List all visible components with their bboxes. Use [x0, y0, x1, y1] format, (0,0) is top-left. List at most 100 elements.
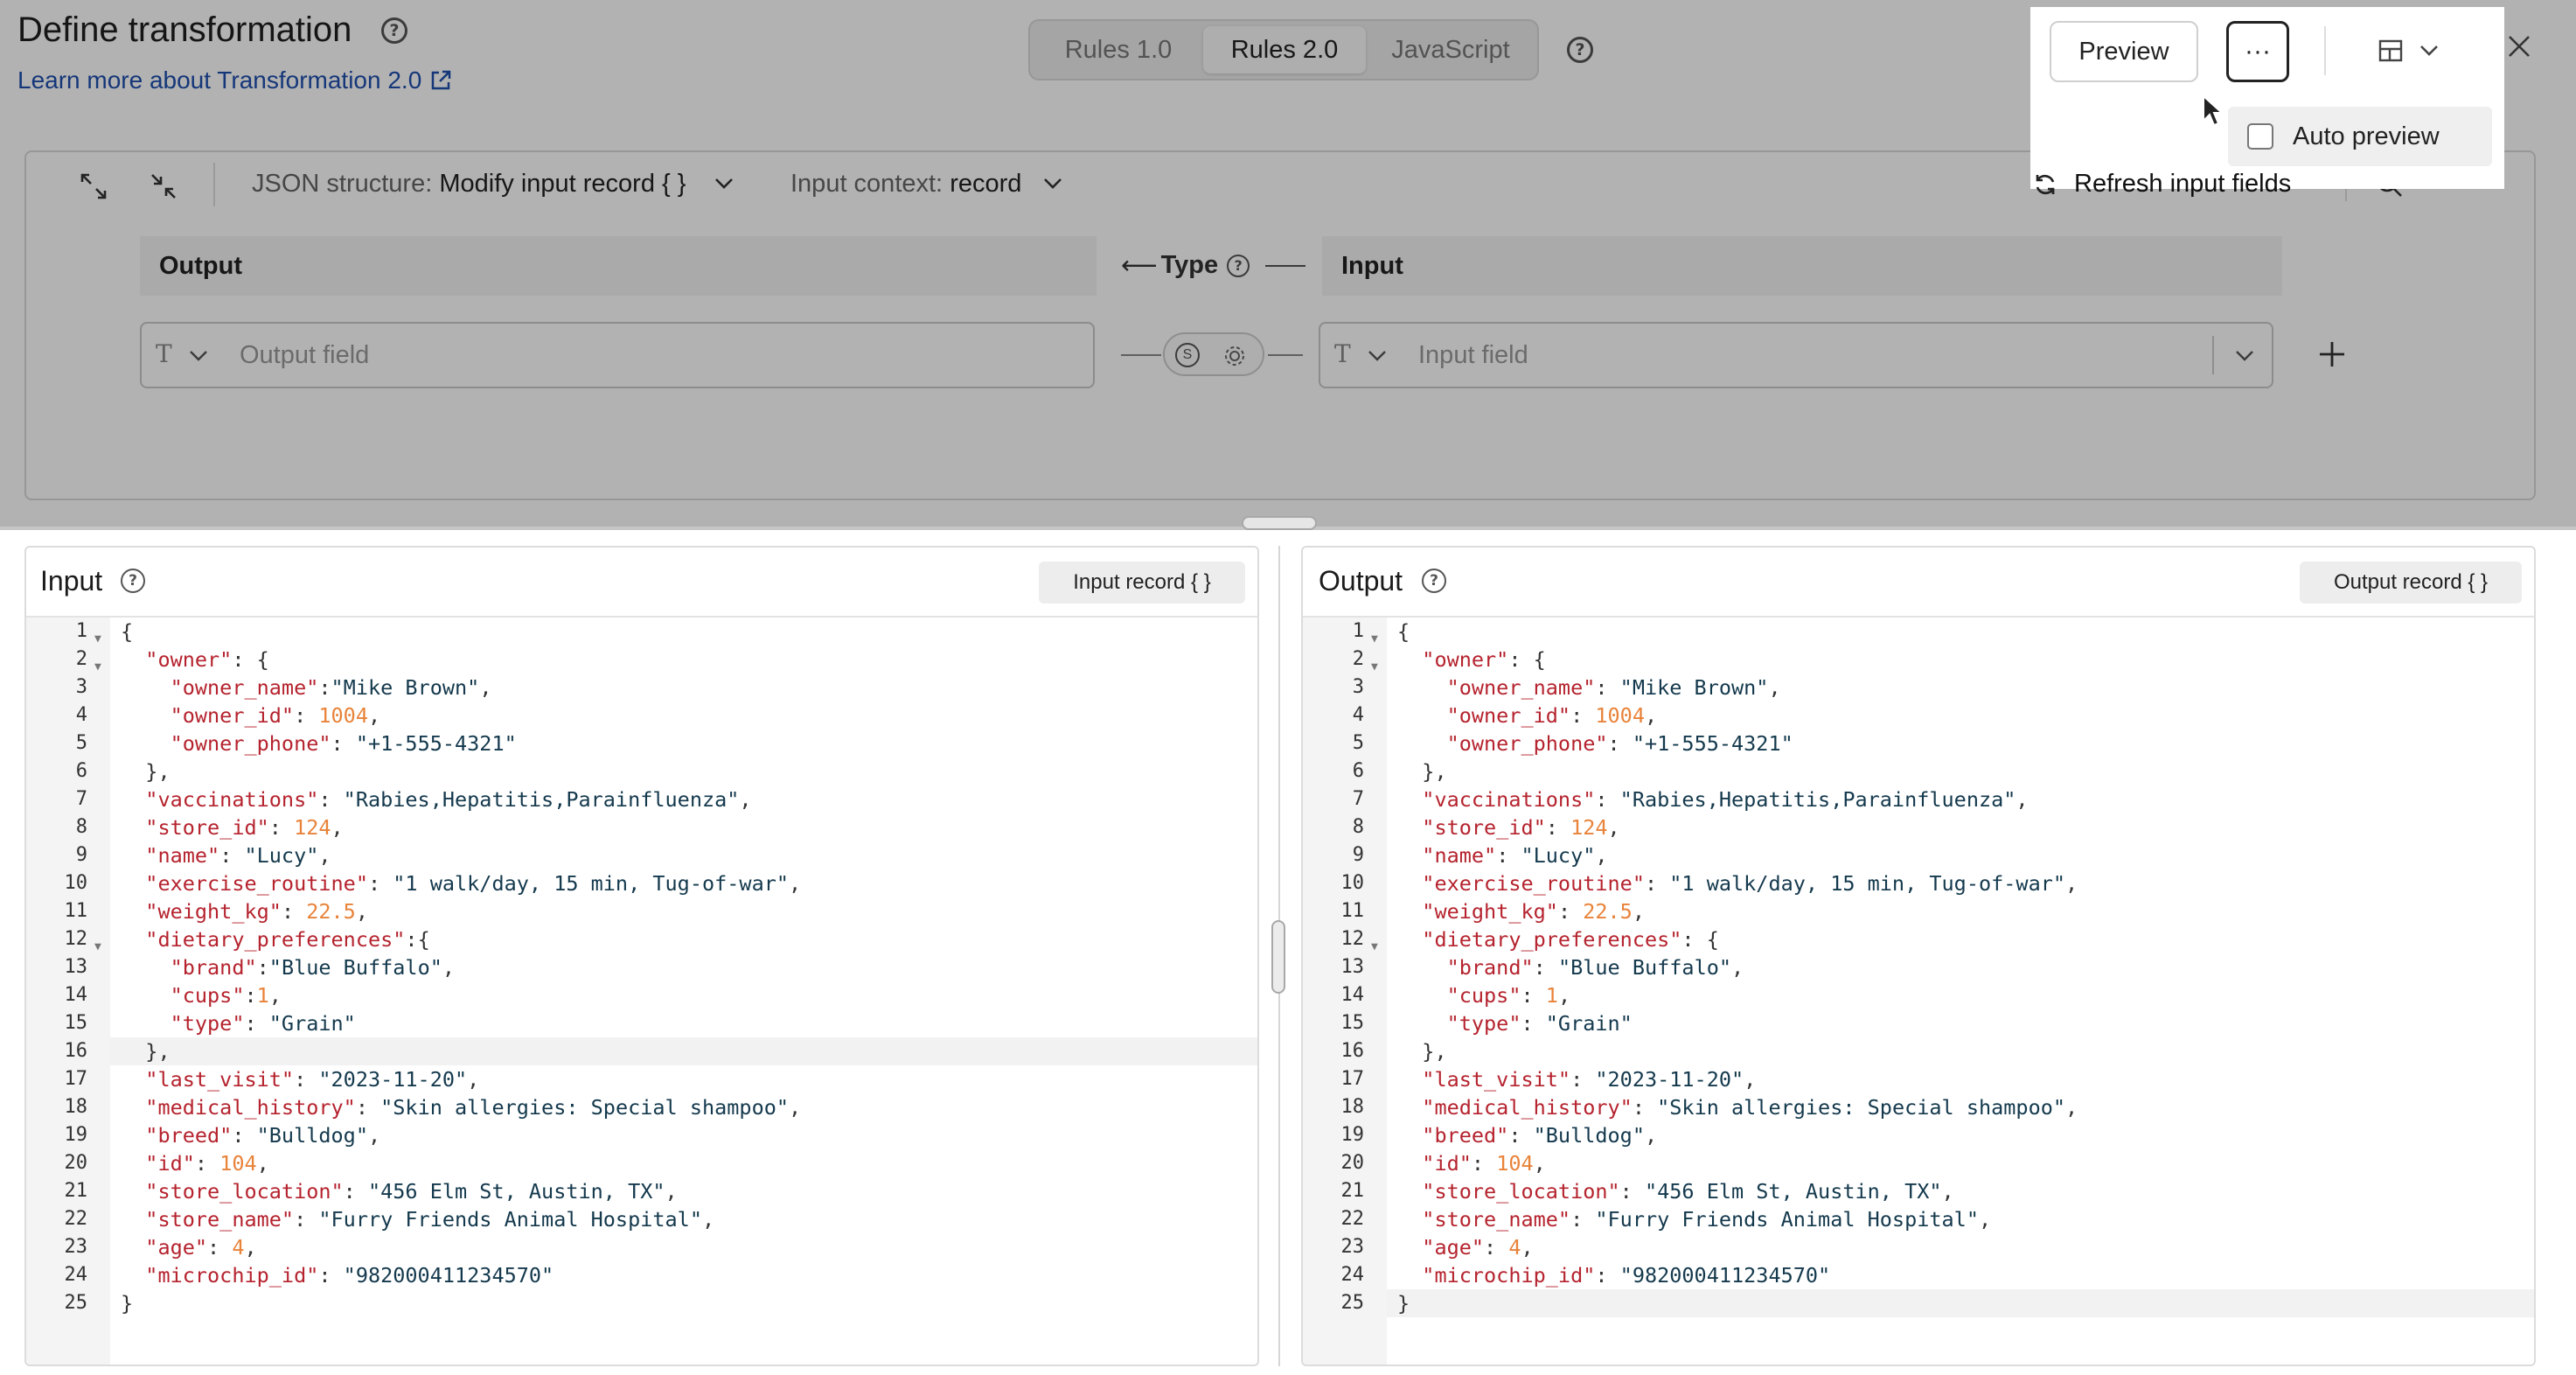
- code-line: "brand": "Blue Buffalo",: [1397, 953, 1744, 981]
- code-token: "982000411234570": [1619, 1263, 1831, 1288]
- output-record-button[interactable]: Output record { }: [2300, 562, 2522, 604]
- code-token: :: [1557, 899, 1584, 924]
- input-pane: Input ? Input record { } 1 ▼ {2 ▼ "owner": …: [24, 546, 1259, 1366]
- line-number: 5: [75, 732, 87, 754]
- code-token: 22.5: [1583, 899, 1633, 924]
- code-token: "id": [145, 1151, 195, 1176]
- output-pane-title: Output: [1319, 565, 1403, 597]
- code-token: "brand": [170, 955, 257, 980]
- code-line: "age": 4,: [121, 1233, 257, 1261]
- code-token: :: [294, 703, 319, 728]
- code-token: ,: [244, 1235, 257, 1260]
- line-number: 9: [75, 844, 87, 866]
- code-token: "owner_phone": [170, 731, 331, 756]
- code-token: {: [121, 619, 134, 644]
- layout-icon[interactable]: [2377, 37, 2405, 65]
- line-number: 18: [64, 1096, 88, 1118]
- code-token: "1 walk/day, 15 min, Tug-of-war": [1669, 871, 2066, 896]
- code-line: "brand":"Blue Buffalo",: [121, 953, 455, 981]
- line-number: 23: [64, 1236, 88, 1258]
- line-number: 6: [75, 760, 87, 782]
- pane-splitter-handle[interactable]: [1271, 920, 1285, 994]
- code-line: {: [1397, 618, 1410, 646]
- code-token: "owner_id": [1446, 703, 1571, 728]
- code-token: },: [121, 1039, 171, 1064]
- line-number: 10: [1340, 872, 1365, 894]
- code-token: "microchip_id": [1422, 1263, 1596, 1288]
- splitter-handle[interactable]: [1242, 516, 1317, 530]
- line-number: 7: [75, 788, 87, 810]
- code-line: }: [121, 1289, 133, 1317]
- code-line: "owner_id": 1004,: [1397, 701, 1658, 729]
- auto-preview-menu-item[interactable]: Auto preview: [2228, 107, 2492, 166]
- code-token: ,: [318, 843, 331, 868]
- code-line: "weight_kg": 22.5,: [1397, 897, 1645, 925]
- code-line: "weight_kg": 22.5,: [121, 897, 368, 925]
- code-line: "cups":1,: [121, 981, 282, 1009]
- code-token: "1 walk/day, 15 min, Tug-of-war": [393, 871, 790, 896]
- code-token: "owner": [145, 647, 233, 672]
- code-token: ,: [1941, 1179, 1954, 1204]
- code-line: "id": 104,: [1397, 1149, 1546, 1177]
- refresh-icon[interactable]: [2032, 171, 2058, 198]
- code-token: ,: [1768, 675, 1781, 700]
- code-token: "exercise_routine": [1422, 871, 1645, 896]
- input-record-button[interactable]: Input record { }: [1039, 562, 1245, 604]
- code-line: "vaccinations": "Rabies,Hepatitis,Parain…: [1397, 785, 2029, 813]
- code-token: "store_id": [1422, 815, 1546, 840]
- code-line: "cups": 1,: [1397, 981, 1571, 1009]
- input-help-icon[interactable]: ?: [121, 569, 145, 593]
- code-token: "456 Elm St, Austin, TX": [1644, 1179, 1942, 1204]
- code-token: ,: [789, 871, 802, 896]
- code-token: :: [318, 675, 331, 700]
- fold-toggle-icon[interactable]: ▼: [1371, 653, 1378, 681]
- fold-toggle-icon[interactable]: ▼: [1371, 625, 1378, 653]
- code-token: :: [355, 1095, 381, 1120]
- line-number: 25: [64, 1292, 88, 1314]
- code-token: :: [256, 955, 269, 980]
- code-line: "store_id": 124,: [121, 813, 343, 841]
- code-line: "name": "Lucy",: [1397, 841, 1607, 869]
- chevron-down-icon[interactable]: [2419, 44, 2440, 58]
- code-token: :: [194, 1151, 220, 1176]
- output-code-editor[interactable]: 1 ▼{2 ▼ "owner": {3 "owner_name": "Mike Br…: [1303, 618, 2534, 1365]
- code-token: ,: [355, 899, 368, 924]
- code-token: "Lucy": [244, 843, 319, 868]
- line-number: 6: [1352, 760, 1364, 782]
- code-line: "store_name": "Furry Friends Animal Hosp…: [121, 1205, 714, 1233]
- line-number: 24: [1340, 1264, 1365, 1286]
- code-line: "age": 4,: [1397, 1233, 1533, 1261]
- auto-preview-checkbox[interactable]: [2247, 123, 2273, 150]
- output-help-icon[interactable]: ?: [1422, 569, 1446, 593]
- code-token: :: [367, 871, 393, 896]
- code-token: "type": [1446, 1011, 1521, 1036]
- code-token: ,: [479, 675, 492, 700]
- refresh-input-fields-label[interactable]: Refresh input fields: [2074, 170, 2291, 191]
- code-line: "last_visit": "2023-11-20",: [1397, 1065, 1756, 1093]
- fold-toggle-icon[interactable]: ▼: [94, 625, 101, 653]
- code-token: "dietary_preferences": [145, 927, 406, 952]
- preview-button[interactable]: Preview: [2050, 21, 2198, 82]
- close-icon[interactable]: [2506, 33, 2532, 59]
- code-token: ,: [1632, 899, 1645, 924]
- code-token: ,: [2016, 787, 2029, 812]
- fold-toggle-icon[interactable]: ▼: [94, 653, 101, 681]
- code-token: :: [1607, 731, 1633, 756]
- code-token: :: [219, 843, 245, 868]
- more-actions-button[interactable]: ···: [2226, 21, 2289, 82]
- code-line: },: [1397, 757, 1446, 785]
- input-code-editor[interactable]: 1 ▼{2 ▼ "owner": {3 "owner_name":"Mike Bro…: [26, 618, 1257, 1365]
- fold-toggle-icon[interactable]: ▼: [1371, 933, 1378, 961]
- code-token: "cups": [170, 983, 245, 1008]
- code-token: ,: [367, 703, 381, 728]
- fold-toggle-icon[interactable]: ▼: [94, 933, 101, 961]
